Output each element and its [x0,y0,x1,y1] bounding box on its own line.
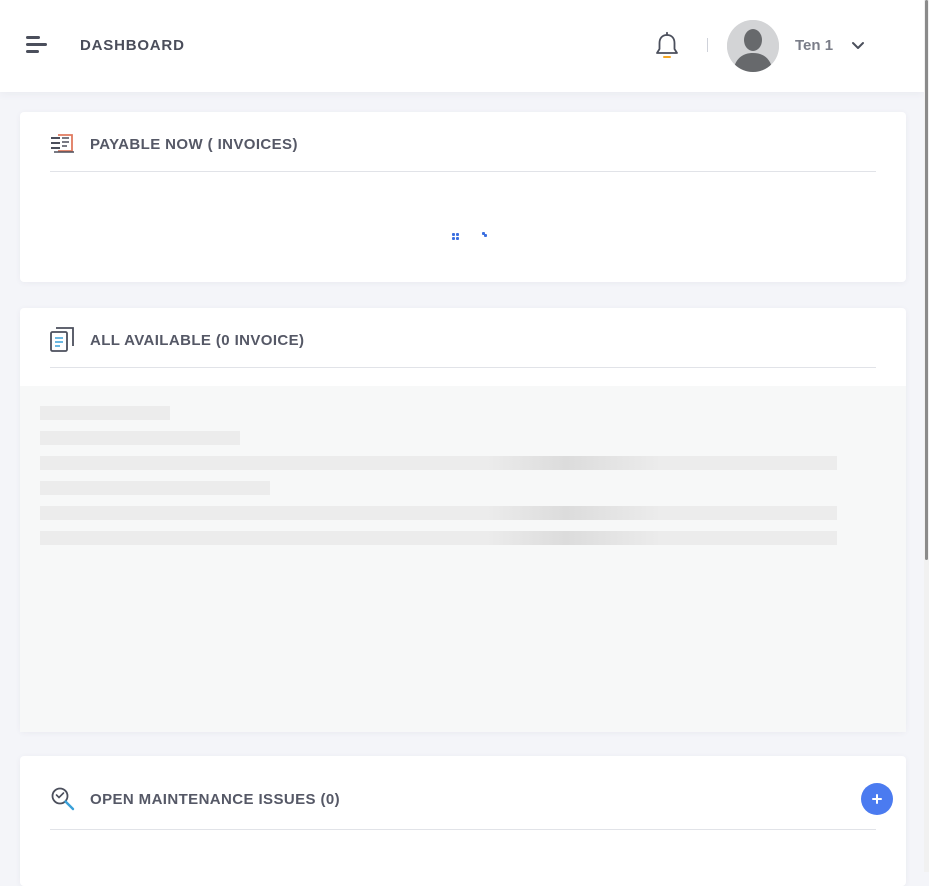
wrench-search-icon [51,787,75,811]
page-title: DASHBOARD [80,37,185,54]
all-available-card: ALL AVAILABLE (0 INVOICE) [20,308,906,732]
card-title: OPEN MAINTENANCE ISSUES (0) [90,791,340,808]
skeleton-line [40,481,270,495]
payable-now-card: PAYABLE NOW ( INVOICES) [20,112,906,282]
scrollbar-thumb[interactable] [925,0,928,560]
card-header: ALL AVAILABLE (0 INVOICE) [50,308,876,368]
skeleton-line [40,506,837,520]
hamburger-menu-icon[interactable] [26,34,48,56]
skeleton-loader [20,386,906,732]
skeleton-line [40,531,837,545]
invoice-stack-icon [51,134,74,153]
card-title: PAYABLE NOW ( INVOICES) [90,136,298,153]
card-header: PAYABLE NOW ( INVOICES) [50,112,876,172]
card-title: ALL AVAILABLE (0 INVOICE) [90,332,305,349]
add-maintenance-issue-button[interactable] [861,783,893,815]
header-divider [707,38,708,52]
page-scrollbar[interactable] [924,0,929,872]
chevron-down-icon[interactable] [851,41,865,51]
top-bar: DASHBOARD Ten 1 [0,0,924,92]
loading-spinner [452,232,492,246]
avatar[interactable] [727,20,779,72]
card-header: OPEN MAINTENANCE ISSUES (0) [50,756,893,830]
skeleton-line [40,431,240,445]
skeleton-line [40,406,170,420]
user-silhouette-icon [727,20,779,72]
maintenance-issues-card: OPEN MAINTENANCE ISSUES (0) [20,756,906,886]
user-name[interactable]: Ten 1 [795,37,833,54]
bell-icon[interactable] [653,31,681,61]
skeleton-line [40,456,837,470]
document-copy-icon [50,327,74,352]
